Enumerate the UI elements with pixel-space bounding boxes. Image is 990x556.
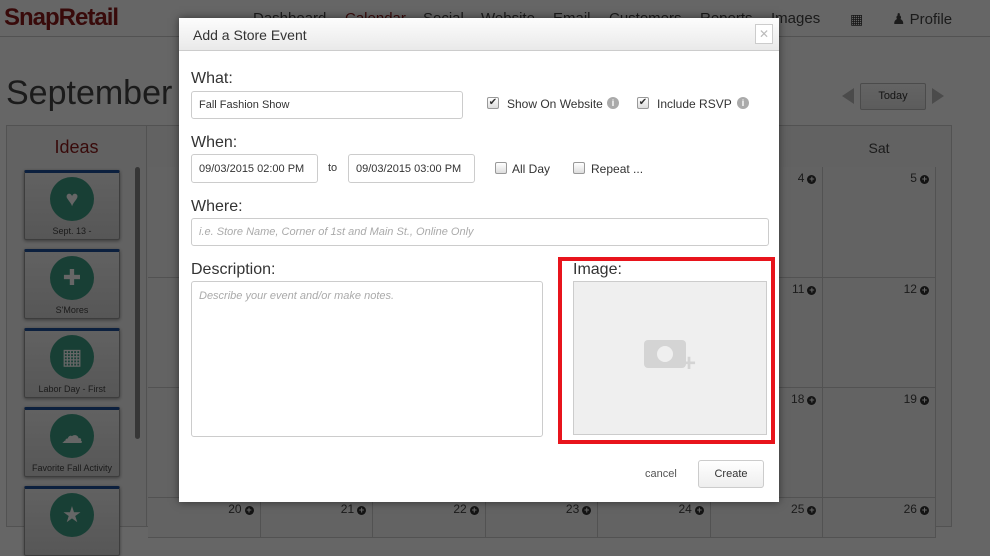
day-cell[interactable]: 21 +: [260, 498, 374, 538]
utensils-icon: ✚: [50, 256, 94, 300]
idea-card[interactable]: ♥ Sept. 13 -: [24, 170, 120, 240]
include-rsvp-checkbox[interactable]: ✔: [637, 97, 649, 109]
end-datetime-input[interactable]: 09/03/2015 03:00 PM: [348, 154, 475, 183]
snapretail-logo[interactable]: SnapRetail: [4, 4, 119, 32]
day-number: 23: [565, 502, 580, 516]
idea-label: Labor Day - First: [38, 384, 106, 394]
repeat-checkbox[interactable]: [573, 162, 585, 174]
idea-card[interactable]: ☁ Favorite Fall Activity: [24, 407, 120, 477]
what-input[interactable]: Fall Fashion Show: [191, 91, 463, 119]
add-event-icon[interactable]: +: [919, 396, 929, 405]
add-event-icon[interactable]: +: [919, 175, 929, 184]
add-event-icon[interactable]: +: [807, 506, 817, 515]
add-event-icon[interactable]: +: [807, 286, 817, 295]
add-event-icon[interactable]: +: [582, 506, 592, 515]
when-label: When:: [191, 134, 238, 151]
add-photo-icon: +: [644, 340, 696, 376]
day-cell[interactable]: 23 +: [485, 498, 599, 538]
to-label: to: [328, 162, 338, 174]
info-icon[interactable]: i: [737, 97, 749, 109]
today-button[interactable]: Today: [860, 83, 926, 110]
add-event-icon[interactable]: +: [357, 506, 367, 515]
prev-month-button[interactable]: [842, 88, 854, 104]
day-number: 12: [903, 282, 917, 296]
info-icon[interactable]: i: [607, 97, 619, 109]
add-event-icon[interactable]: +: [919, 506, 929, 515]
store-icon: ▦: [50, 335, 94, 379]
add-event-icon[interactable]: +: [694, 506, 704, 515]
day-cell[interactable]: 19 +: [823, 388, 936, 498]
where-label: Where:: [191, 198, 243, 215]
description-textarea[interactable]: Describe your event and/or make notes.: [191, 281, 543, 437]
add-event-icon[interactable]: +: [807, 396, 817, 405]
month-title: September: [6, 74, 173, 112]
idea-card[interactable]: ✚ S'Mores: [24, 249, 120, 319]
day-number: 21: [340, 502, 355, 516]
add-event-icon[interactable]: +: [807, 175, 817, 184]
day-number: 11: [791, 282, 805, 296]
idea-card[interactable]: ★: [24, 486, 120, 556]
cancel-link[interactable]: cancel: [645, 468, 677, 480]
all-day-checkbox[interactable]: [495, 162, 507, 174]
show-on-website-checkbox[interactable]: ✔: [487, 97, 499, 109]
all-day-label: All Day: [512, 162, 551, 176]
day-number: 22: [453, 502, 467, 516]
start-datetime-input[interactable]: 09/03/2015 02:00 PM: [191, 154, 318, 183]
create-button[interactable]: Create: [698, 460, 764, 488]
grid-icon[interactable]: ▦: [850, 11, 863, 28]
day-header-sat: Sat: [868, 140, 890, 156]
ideas-title: Ideas: [54, 137, 99, 157]
close-button[interactable]: ✕: [755, 24, 773, 44]
day-cell[interactable]: 22 +: [373, 498, 486, 538]
image-label: Image:: [573, 261, 622, 278]
day-cell[interactable]: 20 +: [148, 498, 261, 538]
ideas-scrollbar[interactable]: [135, 167, 140, 439]
day-number: 25: [791, 502, 805, 516]
dialog-title: Add a Store Event: [179, 18, 779, 51]
day-number: 20: [228, 502, 242, 516]
profile-label: Profile: [909, 11, 953, 28]
day-cell[interactable]: 26 +: [823, 498, 936, 538]
show-on-website-label: Show On Website: [507, 97, 603, 111]
image-upload-area[interactable]: +: [573, 281, 767, 435]
day-cell[interactable]: 5 +: [823, 167, 936, 278]
weather-icon: ☁: [50, 414, 94, 458]
day-number: 19: [903, 392, 917, 406]
day-cell[interactable]: 24 +: [598, 498, 711, 538]
what-label: What:: [191, 70, 233, 87]
add-event-icon[interactable]: +: [469, 506, 479, 515]
day-cell[interactable]: 12 +: [823, 278, 936, 388]
day-cell[interactable]: 25 +: [710, 498, 824, 538]
add-event-icon[interactable]: +: [244, 506, 254, 515]
add-store-event-dialog: Add a Store Event ✕ What: Fall Fashion S…: [179, 18, 779, 502]
description-placeholder: Describe your event and/or make notes.: [199, 290, 395, 302]
add-event-icon[interactable]: +: [919, 286, 929, 295]
idea-card[interactable]: ▦ Labor Day - First: [24, 328, 120, 398]
day-number: 5: [910, 171, 917, 185]
day-number: 26: [903, 502, 917, 516]
idea-label: Favorite Fall Activity: [31, 463, 113, 473]
description-label: Description:: [191, 261, 276, 278]
star-icon: ★: [50, 493, 94, 537]
user-icon: ♟: [892, 11, 906, 28]
day-number: 24: [678, 502, 692, 516]
day-number: 4: [797, 171, 805, 185]
heart-icon: ♥: [50, 177, 94, 221]
idea-label: Sept. 13 -: [52, 226, 92, 236]
next-month-button[interactable]: [932, 88, 944, 104]
include-rsvp-label: Include RSVP: [657, 97, 732, 111]
where-input[interactable]: i.e. Store Name, Corner of 1st and Main …: [191, 218, 769, 246]
where-placeholder: i.e. Store Name, Corner of 1st and Main …: [199, 226, 474, 238]
repeat-label: Repeat ...: [591, 162, 644, 176]
idea-label: S'Mores: [55, 305, 89, 315]
day-number: 18: [791, 392, 805, 406]
profile-menu[interactable]: ♟ Profile: [892, 10, 952, 28]
